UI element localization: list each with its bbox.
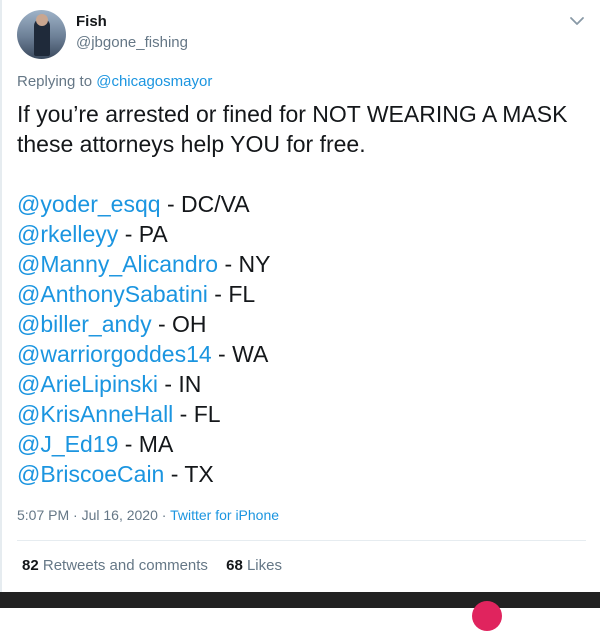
tweet-date[interactable]: Jul 16, 2020: [82, 507, 158, 523]
attorney-mention-link[interactable]: @warriorgoddes14: [17, 341, 212, 367]
attorney-mention-link[interactable]: @Manny_Alicandro: [17, 251, 218, 277]
tweet-time[interactable]: 5:07 PM: [17, 507, 69, 523]
tweet-stats: 82 Retweets and comments 68 Likes: [22, 557, 296, 574]
attorney-region: - NY: [218, 251, 271, 277]
tweet-text: If you’re arrested or fined for NOT WEAR…: [17, 99, 587, 489]
divider: [17, 540, 586, 541]
attorney-row: @KrisAnneHall - FL: [17, 399, 587, 429]
attorney-region: - DC/VA: [160, 191, 250, 217]
reply-prefix: Replying to: [17, 73, 93, 90]
likes-count: 68: [226, 557, 243, 574]
tweet-metadata: 5:07 PM · Jul 16, 2020 · Twitter for iPh…: [17, 507, 279, 523]
attorney-region: - MA: [118, 431, 174, 457]
attorney-row: @BriscoeCain - TX: [17, 459, 587, 489]
attorney-mention-link[interactable]: @KrisAnneHall: [17, 401, 173, 427]
floating-action-button[interactable]: [472, 601, 502, 631]
attorney-row: @J_Ed19 - MA: [17, 429, 587, 459]
retweets-stat[interactable]: 82 Retweets and comments: [22, 557, 208, 574]
attorney-row: @ArieLipinski - IN: [17, 369, 587, 399]
avatar-head: [36, 14, 48, 26]
attorney-row: @AnthonySabatini - FL: [17, 279, 587, 309]
bottom-bar: [0, 592, 600, 608]
reply-context: Replying to @chicagosmayor: [17, 73, 212, 90]
attorney-region: - PA: [118, 221, 168, 247]
attorney-mention-link[interactable]: @rkelleyy: [17, 221, 118, 247]
attorney-region: - OH: [151, 311, 207, 337]
tweet-line: these attorneys help YOU for free.: [17, 131, 366, 157]
likes-stat[interactable]: 68 Likes: [226, 557, 282, 574]
likes-label: Likes: [242, 557, 282, 574]
tweet-line: If you’re arrested or fined for NOT WEAR…: [17, 101, 568, 127]
tweet-spacer: [17, 159, 587, 189]
attorney-row: @Manny_Alicandro - NY: [17, 249, 587, 279]
attorney-mention-link[interactable]: @AnthonySabatini: [17, 281, 208, 307]
attorney-row: @rkelleyy - PA: [17, 219, 587, 249]
left-border: [0, 0, 2, 592]
user-handle[interactable]: @jbgone_fishing: [76, 34, 188, 51]
attorney-mention-link[interactable]: @J_Ed19: [17, 431, 118, 457]
attorney-row: @biller_andy - OH: [17, 309, 587, 339]
meta-separator: ·: [157, 507, 171, 523]
attorney-row: @warriorgoddes14 - WA: [17, 339, 587, 369]
attorney-region: - FL: [207, 281, 256, 307]
chevron-down-icon[interactable]: [568, 14, 586, 28]
reply-mention-link[interactable]: @chicagosmayor: [96, 73, 212, 90]
attorney-mention-link[interactable]: @yoder_esqq: [17, 191, 161, 217]
attorney-mention-link[interactable]: @BriscoeCain: [17, 461, 164, 487]
attorney-region: - TX: [164, 461, 214, 487]
tweet-source-link[interactable]: Twitter for iPhone: [170, 507, 279, 523]
avatar[interactable]: [17, 10, 66, 59]
retweets-label: Retweets and comments: [38, 557, 208, 574]
attorney-row: @yoder_esqq - DC/VA: [17, 189, 587, 219]
retweets-count: 82: [22, 557, 39, 574]
attorney-region: - FL: [173, 401, 221, 427]
attorney-region: - WA: [211, 341, 269, 367]
attorney-region: - IN: [157, 371, 202, 397]
attorney-mention-link[interactable]: @ArieLipinski: [17, 371, 158, 397]
attorney-mention-link[interactable]: @biller_andy: [17, 311, 152, 337]
meta-separator: ·: [69, 507, 82, 523]
display-name[interactable]: Fish: [76, 13, 107, 30]
